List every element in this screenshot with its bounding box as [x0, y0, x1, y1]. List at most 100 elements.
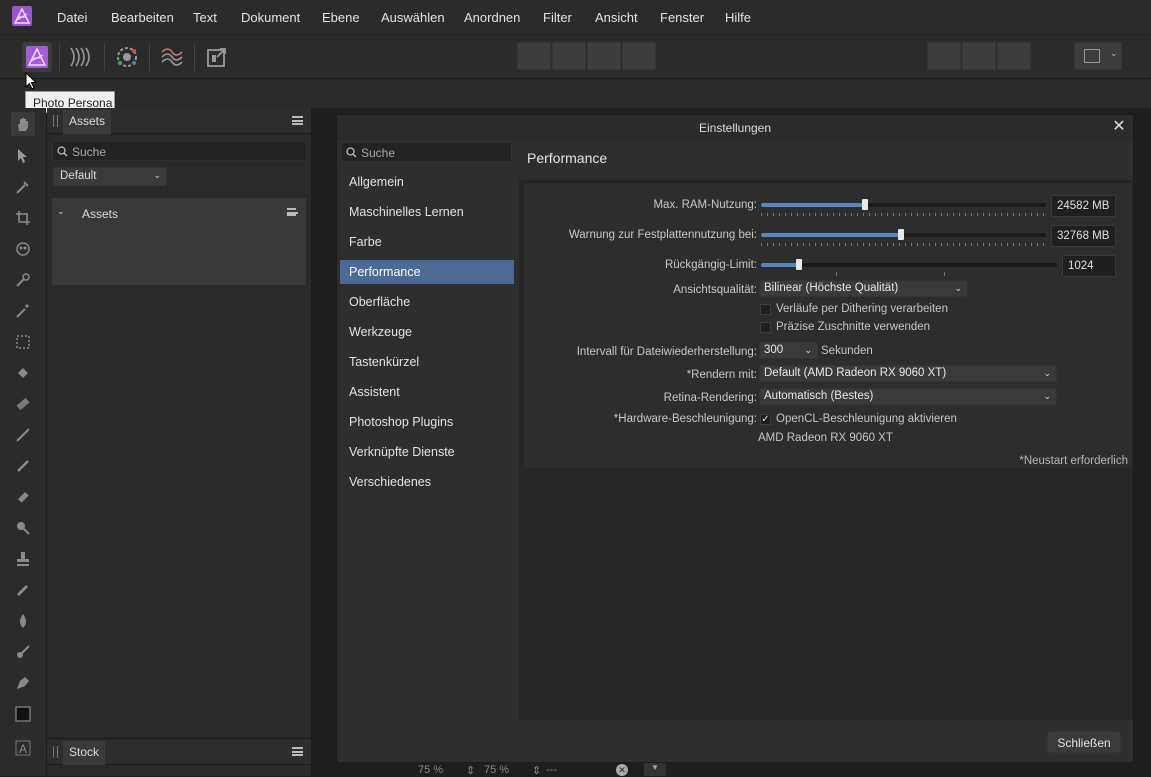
- precise-clip-checkbox[interactable]: [760, 322, 771, 333]
- selection-brush-icon[interactable]: [11, 268, 35, 292]
- category-maschinelles-lernen[interactable]: Maschinelles Lernen: [340, 200, 514, 224]
- menu-auswaehlen[interactable]: Auswählen: [381, 10, 445, 25]
- clone-stamp-icon[interactable]: [11, 547, 35, 571]
- chevron-down-icon[interactable]: ⌄: [57, 206, 65, 217]
- auto-levels-button[interactable]: [517, 42, 551, 70]
- photo-persona-icon[interactable]: [22, 42, 52, 72]
- auto-white-balance-button[interactable]: [622, 42, 656, 70]
- view-mode-button[interactable]: [997, 42, 1031, 70]
- tone-mapping-persona-icon[interactable]: [157, 42, 187, 72]
- smudge-brush-icon[interactable]: [11, 640, 35, 664]
- slider-tick: [944, 272, 945, 276]
- menu-fenster[interactable]: Fenster: [660, 10, 704, 25]
- assets-category-dropdown[interactable]: Default ⌄: [53, 167, 167, 186]
- menu-ebene[interactable]: Ebene: [322, 10, 360, 25]
- clear-icon[interactable]: ✕: [616, 764, 628, 776]
- flood-fill-icon[interactable]: [11, 361, 35, 385]
- performance-group: Max. RAM-Nutzung: 24582 MB Warnung zur F…: [523, 182, 1133, 469]
- gradient-tool-icon[interactable]: [11, 392, 35, 416]
- color-picker-icon[interactable]: [11, 175, 35, 199]
- recovery-unit: Sekunden: [821, 345, 873, 357]
- stepper-icon[interactable]: ⇕: [532, 764, 541, 777]
- slider-thumb[interactable]: [796, 259, 803, 270]
- panel-menu-icon[interactable]: [292, 747, 303, 756]
- erase-brush-icon[interactable]: [11, 485, 35, 509]
- menu-text[interactable]: Text: [193, 10, 217, 25]
- category-performance[interactable]: Performance: [340, 260, 514, 284]
- ram-slider[interactable]: [761, 199, 1046, 210]
- assistant-dropdown-button[interactable]: ⌄: [1074, 42, 1122, 70]
- menu-filter[interactable]: Filter: [543, 10, 572, 25]
- category-verknuepfte-dienste[interactable]: Verknüpfte Dienste: [340, 440, 514, 464]
- panel-menu-icon[interactable]: [292, 116, 303, 125]
- color-swatch-icon[interactable]: [11, 702, 35, 726]
- undo-limit-value-field[interactable]: 1024: [1062, 255, 1116, 277]
- pixel-brush-icon[interactable]: [11, 454, 35, 478]
- toolbar: ⌄: [0, 34, 1151, 78]
- settings-search-input[interactable]: Suche: [341, 142, 512, 162]
- category-assistent[interactable]: Assistent: [340, 380, 514, 404]
- chevron-down-icon: ⌄: [153, 170, 161, 180]
- healing-brush-icon[interactable]: [11, 578, 35, 602]
- red-eye-tool-icon[interactable]: [11, 237, 35, 261]
- drag-handle-icon[interactable]: [53, 115, 58, 127]
- category-allgemein[interactable]: Allgemein: [340, 170, 514, 194]
- zoom-value[interactable]: 75 %: [418, 764, 443, 776]
- separator: [104, 43, 105, 71]
- group-menu-icon[interactable]: [287, 208, 298, 216]
- menu-datei[interactable]: Datei: [57, 10, 87, 25]
- dithering-checkbox[interactable]: [760, 304, 771, 315]
- zoom-value[interactable]: 75 %: [484, 764, 509, 776]
- auto-contrast-button[interactable]: [552, 42, 586, 70]
- tab-stock[interactable]: Stock: [63, 741, 106, 765]
- render-with-dropdown[interactable]: Default (AMD Radeon RX 9060 XT) ⌄: [759, 365, 1057, 382]
- category-farbe[interactable]: Farbe: [340, 230, 514, 254]
- disk-warning-value-field[interactable]: 32768 MB: [1051, 225, 1116, 247]
- drag-handle-icon[interactable]: [53, 746, 58, 758]
- disk-warning-label: Warnung zur Festplattennutzung bei:: [568, 229, 757, 241]
- menu-hilfe[interactable]: Hilfe: [725, 10, 751, 25]
- category-verschiedenes[interactable]: Verschiedenes: [340, 470, 514, 494]
- recovery-interval-dropdown[interactable]: 300 ⌄: [759, 342, 818, 359]
- chevron-down-icon: ⌄: [804, 345, 812, 355]
- auto-colors-button[interactable]: [587, 42, 621, 70]
- close-button[interactable]: Schließen: [1047, 731, 1121, 753]
- assets-search-input[interactable]: Suche: [52, 141, 307, 161]
- tab-assets[interactable]: Assets: [63, 110, 112, 134]
- menu-ansicht[interactable]: Ansicht: [595, 10, 638, 25]
- category-tastenkuerzel[interactable]: Tastenkürzel: [340, 350, 514, 374]
- liquify-persona-icon[interactable]: [67, 42, 97, 72]
- dodge-tool-icon[interactable]: [11, 516, 35, 540]
- move-tool-icon[interactable]: [11, 144, 35, 168]
- menu-dokument[interactable]: Dokument: [241, 10, 300, 25]
- slider-thumb[interactable]: [862, 199, 869, 210]
- view-quality-dropdown[interactable]: Bilinear (Höchste Qualität) ⌄: [759, 280, 968, 297]
- paint-brush-icon[interactable]: [11, 423, 35, 447]
- category-werkzeuge[interactable]: Werkzeuge: [340, 320, 514, 344]
- category-oberflaeche[interactable]: Oberfläche: [340, 290, 514, 314]
- retina-rendering-dropdown[interactable]: Automatisch (Bestes) ⌄: [759, 388, 1057, 405]
- view-mode-button[interactable]: [962, 42, 996, 70]
- undo-limit-slider[interactable]: [761, 259, 1057, 270]
- affinity-logo-icon[interactable]: [12, 6, 32, 26]
- disk-warning-slider[interactable]: [761, 229, 1046, 240]
- menu-anordnen[interactable]: Anordnen: [464, 10, 520, 25]
- develop-persona-icon[interactable]: [112, 42, 142, 72]
- chevron-down-icon[interactable]: ▼: [644, 763, 666, 776]
- menu-bearbeiten[interactable]: Bearbeiten: [111, 10, 174, 25]
- pen-tool-icon[interactable]: [11, 671, 35, 695]
- view-mode-button[interactable]: [927, 42, 961, 70]
- stepper-icon[interactable]: ⇕: [466, 764, 475, 777]
- hand-icon[interactable]: [11, 112, 35, 136]
- crop-tool-icon[interactable]: [11, 206, 35, 230]
- export-persona-icon[interactable]: [202, 42, 232, 72]
- close-icon[interactable]: ✕: [1109, 117, 1129, 137]
- text-tool-icon[interactable]: A: [11, 736, 35, 760]
- marquee-tool-icon[interactable]: [11, 330, 35, 354]
- ram-value-field[interactable]: 24582 MB: [1051, 195, 1116, 217]
- category-photoshop-plugins[interactable]: Photoshop Plugins: [340, 410, 514, 434]
- opencl-checkbox[interactable]: ✓: [760, 414, 771, 425]
- blur-brush-icon[interactable]: [11, 609, 35, 633]
- magic-wand-icon[interactable]: [11, 299, 35, 323]
- slider-thumb[interactable]: [897, 229, 904, 240]
